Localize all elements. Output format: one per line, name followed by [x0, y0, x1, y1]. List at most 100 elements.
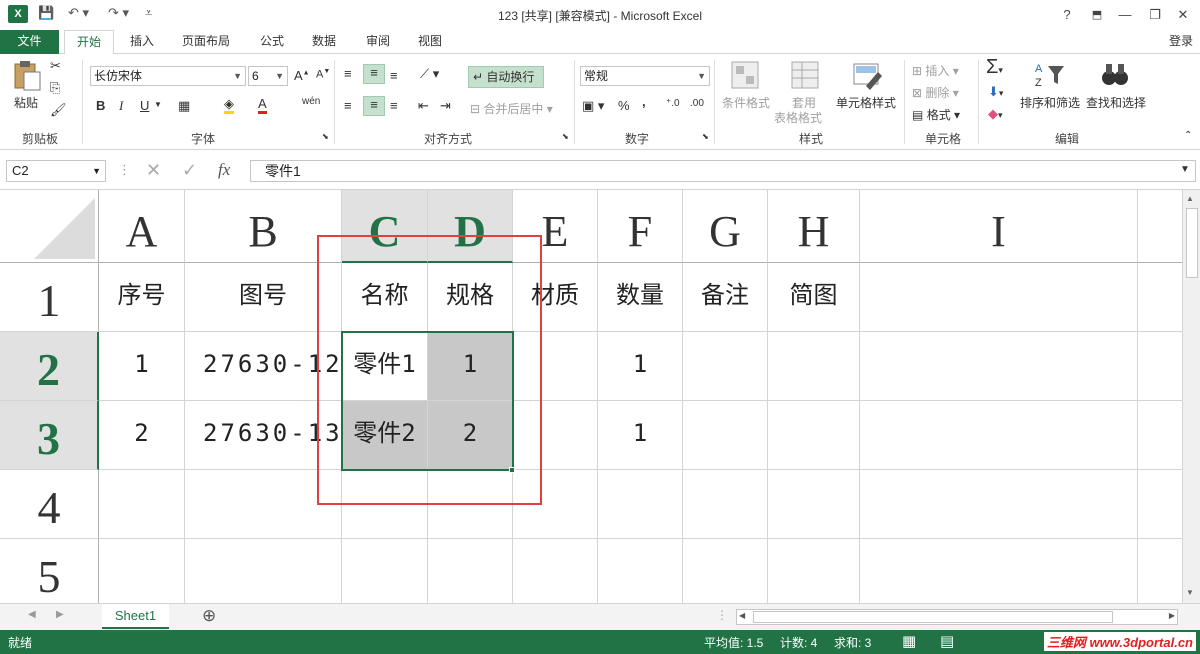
- cell-G2[interactable]: [683, 332, 768, 401]
- copy-icon[interactable]: ⎘: [50, 80, 60, 96]
- cell-H4[interactable]: [768, 470, 860, 539]
- tab-data[interactable]: 数据: [302, 30, 346, 54]
- shrink-font-icon[interactable]: A▼: [316, 68, 330, 81]
- cell-C2[interactable]: 零件1: [342, 332, 428, 401]
- wrap-text-button[interactable]: ↵ 自动换行: [468, 66, 544, 88]
- align-right-icon[interactable]: ≡: [390, 98, 398, 113]
- cell-H1[interactable]: 简图: [768, 263, 860, 332]
- worksheet-grid[interactable]: A B C D E F G H I 1 2 3 4 5 序号 图号 名称 规格 …: [0, 190, 1182, 603]
- horizontal-scrollbar[interactable]: ◀ ▶: [736, 609, 1178, 625]
- merge-center-button[interactable]: ⊟ 合并后居中 ▾: [470, 100, 553, 117]
- cell-G1[interactable]: 备注: [683, 263, 768, 332]
- cell-J2[interactable]: [1138, 332, 1182, 401]
- phonetic-icon[interactable]: wén: [302, 96, 320, 107]
- cell-I1[interactable]: [860, 263, 1138, 332]
- column-header[interactable]: E: [513, 190, 598, 263]
- cell-B4[interactable]: [185, 470, 342, 539]
- cell-A4[interactable]: [99, 470, 185, 539]
- cut-icon[interactable]: ✂: [50, 58, 61, 74]
- cancel-icon[interactable]: ✕: [146, 160, 161, 181]
- column-header[interactable]: [1138, 190, 1182, 263]
- font-launcher-icon[interactable]: ⬊: [322, 132, 329, 141]
- scroll-left-icon[interactable]: ◀: [739, 611, 745, 620]
- sort-filter-icon[interactable]: AZ: [1034, 60, 1064, 90]
- cell-J5[interactable]: [1138, 539, 1182, 603]
- cell-I5[interactable]: [860, 539, 1138, 603]
- tab-review[interactable]: 审阅: [356, 30, 400, 54]
- name-box[interactable]: C2 ▼: [6, 160, 106, 182]
- fill-handle[interactable]: [509, 467, 515, 473]
- cell-G5[interactable]: [683, 539, 768, 603]
- cell-F1[interactable]: 数量: [598, 263, 683, 332]
- autosum-icon[interactable]: Σ▾: [986, 56, 1003, 79]
- split-handle-icon[interactable]: ⋮: [716, 608, 728, 622]
- sheet-tab-sheet1[interactable]: Sheet1: [102, 604, 169, 629]
- insert-cells-button[interactable]: ⊞ 插入 ▾: [912, 62, 959, 79]
- sort-filter-button[interactable]: 排序和筛选: [1020, 94, 1080, 111]
- collapse-ribbon-icon[interactable]: ⌃: [1184, 130, 1192, 141]
- tab-insert[interactable]: 插入: [120, 30, 164, 54]
- number-launcher-icon[interactable]: ⬊: [702, 132, 709, 141]
- scroll-thumb[interactable]: [1186, 208, 1198, 278]
- normal-view-icon[interactable]: ▦: [902, 632, 916, 650]
- cell-E5[interactable]: [513, 539, 598, 603]
- align-top-icon[interactable]: ≡: [344, 66, 352, 81]
- cell-A3[interactable]: 2: [99, 401, 185, 470]
- cell-H5[interactable]: [768, 539, 860, 603]
- alignment-launcher-icon[interactable]: ⬊: [562, 132, 569, 141]
- font-color-icon[interactable]: A: [258, 96, 267, 114]
- fill-color-icon[interactable]: ◈: [224, 96, 234, 114]
- cell-J3[interactable]: [1138, 401, 1182, 470]
- tab-formulas[interactable]: 公式: [250, 30, 294, 54]
- scroll-right-icon[interactable]: ▶: [1169, 611, 1175, 620]
- fill-icon[interactable]: ⬇▾: [988, 84, 1003, 100]
- cell-styles-icon[interactable]: [852, 60, 882, 90]
- cell-C1[interactable]: 名称: [342, 263, 428, 332]
- format-as-table-icon[interactable]: [790, 60, 820, 90]
- cell-F2[interactable]: 1: [598, 332, 683, 401]
- cell-A5[interactable]: [99, 539, 185, 603]
- cell-E2[interactable]: [513, 332, 598, 401]
- align-center-icon[interactable]: ≡: [363, 96, 385, 116]
- formula-input[interactable]: 零件1: [250, 160, 1196, 182]
- percent-button[interactable]: %: [618, 98, 630, 113]
- cell-I4[interactable]: [860, 470, 1138, 539]
- enter-icon[interactable]: ✓: [182, 160, 197, 181]
- cell-B5[interactable]: [185, 539, 342, 603]
- clear-icon[interactable]: ◆▾: [988, 106, 1003, 122]
- column-header[interactable]: G: [683, 190, 768, 263]
- column-header[interactable]: D: [428, 190, 513, 263]
- increase-decimal-icon[interactable]: ⁺.0: [666, 98, 680, 109]
- paste-icon[interactable]: [12, 60, 42, 91]
- align-bottom-icon[interactable]: ≡: [390, 68, 398, 83]
- column-header[interactable]: B: [185, 190, 342, 263]
- comma-button[interactable]: ,: [642, 94, 646, 109]
- expand-formula-icon[interactable]: ▼: [1180, 164, 1190, 175]
- tab-page-layout[interactable]: 页面布局: [172, 30, 240, 54]
- align-middle-icon[interactable]: ≡: [363, 64, 385, 84]
- cell-E4[interactable]: [513, 470, 598, 539]
- cell-C5[interactable]: [342, 539, 428, 603]
- row-header[interactable]: 3: [0, 401, 99, 470]
- hscroll-thumb[interactable]: [753, 611, 1113, 623]
- row-header[interactable]: 1: [0, 263, 99, 332]
- scroll-up-icon[interactable]: ▲: [1186, 194, 1194, 203]
- cell-B1[interactable]: 图号: [185, 263, 342, 332]
- number-format-combo[interactable]: 常规 ▼: [580, 66, 710, 86]
- accounting-icon[interactable]: ▣ ▾: [582, 98, 604, 114]
- cell-B2[interactable]: 27630-12: [185, 332, 342, 401]
- cell-F5[interactable]: [598, 539, 683, 603]
- orientation-icon[interactable]: ⟋ ▾: [420, 66, 439, 82]
- column-header[interactable]: C: [342, 190, 428, 263]
- page-layout-view-icon[interactable]: ▤: [940, 632, 954, 650]
- cell-D5[interactable]: [428, 539, 513, 603]
- cell-F3[interactable]: 1: [598, 401, 683, 470]
- column-header[interactable]: A: [99, 190, 185, 263]
- row-header[interactable]: 4: [0, 470, 99, 539]
- cell-D2[interactable]: 1: [428, 332, 513, 401]
- cell-B3[interactable]: 27630-13: [185, 401, 342, 470]
- border-icon[interactable]: ▦: [178, 98, 190, 114]
- help-button[interactable]: ?: [1056, 5, 1078, 25]
- conditional-format-icon[interactable]: [730, 60, 760, 90]
- decrease-indent-icon[interactable]: ⇤: [418, 98, 429, 114]
